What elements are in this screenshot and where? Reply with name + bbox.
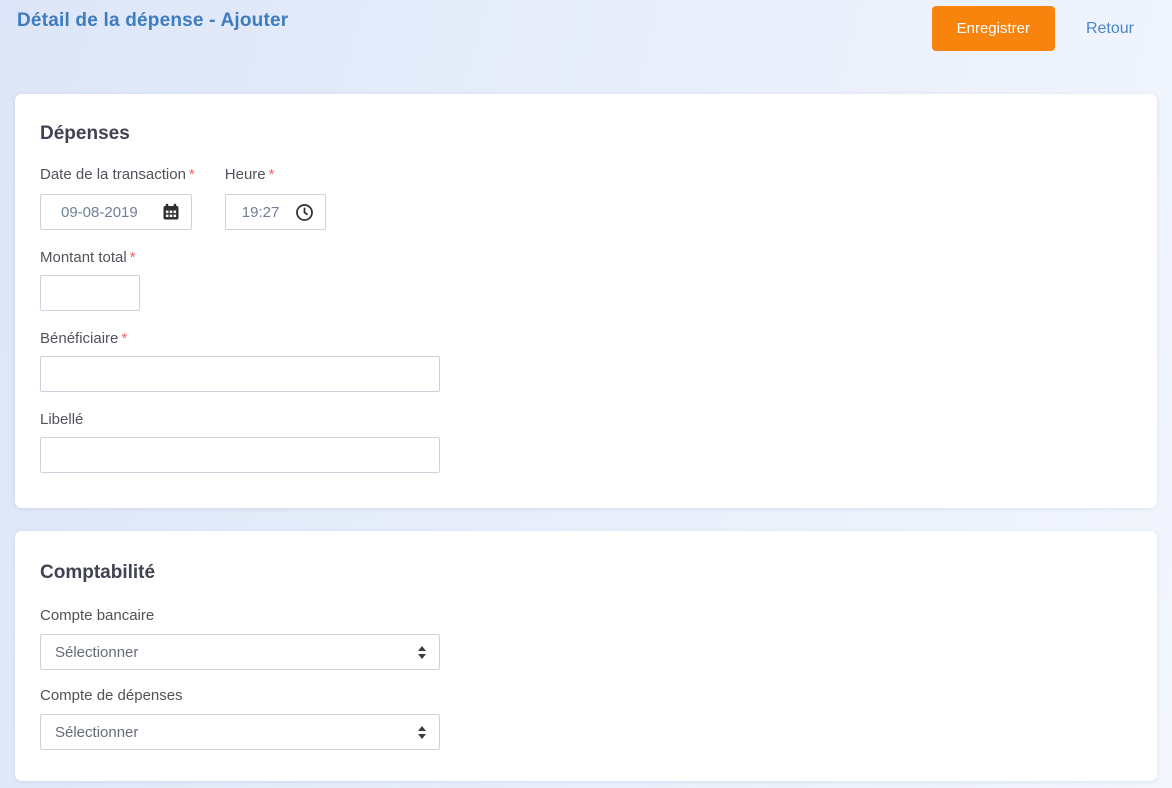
back-link[interactable]: Retour (1086, 20, 1134, 38)
expenses-card: Dépenses Date de la transaction * 09-08-2… (15, 94, 1157, 508)
bank-account-selected-value: Sélectionner (55, 643, 139, 661)
beneficiary-label: Bénéficiaire * (40, 330, 128, 347)
beneficiary-input[interactable] (40, 356, 440, 392)
accounting-card-title: Comptabilité (40, 562, 156, 583)
topbar-actions: Enregistrer Retour (931, 6, 1134, 51)
date-label: Date de la transaction * (40, 166, 195, 183)
page-title: Détail de la dépense - Ajouter (17, 10, 289, 31)
select-spinner-icon (418, 725, 426, 739)
date-input[interactable]: 09-08-2019 (40, 194, 192, 230)
time-input[interactable]: 19:27 (224, 194, 326, 230)
required-asterisk: * (268, 166, 275, 183)
calendar-icon[interactable] (162, 203, 180, 221)
amount-label: Montant total * (40, 249, 136, 266)
select-spinner-icon (418, 645, 426, 659)
libelle-label: Libellé (40, 411, 84, 428)
bank-account-label: Compte bancaire (40, 607, 155, 624)
expenses-card-title: Dépenses (40, 123, 130, 144)
clock-icon[interactable] (295, 203, 314, 222)
topbar: Détail de la dépense - Ajouter Enregistr… (0, 0, 1172, 51)
amount-input[interactable] (40, 275, 140, 311)
required-asterisk: * (188, 166, 195, 183)
bank-account-select[interactable]: Sélectionner (40, 634, 440, 670)
expense-account-selected-value: Sélectionner (55, 723, 139, 741)
save-button[interactable]: Enregistrer (931, 6, 1055, 51)
libelle-input[interactable] (40, 437, 440, 473)
required-asterisk: * (121, 330, 128, 347)
time-value: 19:27 (241, 203, 280, 221)
expense-account-label: Compte de dépenses (40, 687, 183, 704)
date-value: 09-08-2019 (61, 203, 138, 221)
expense-account-select[interactable]: Sélectionner (40, 714, 440, 750)
accounting-card: Comptabilité Compte bancaire Sélectionne… (15, 531, 1157, 781)
time-label: Heure * (224, 166, 275, 183)
required-asterisk: * (129, 249, 136, 266)
